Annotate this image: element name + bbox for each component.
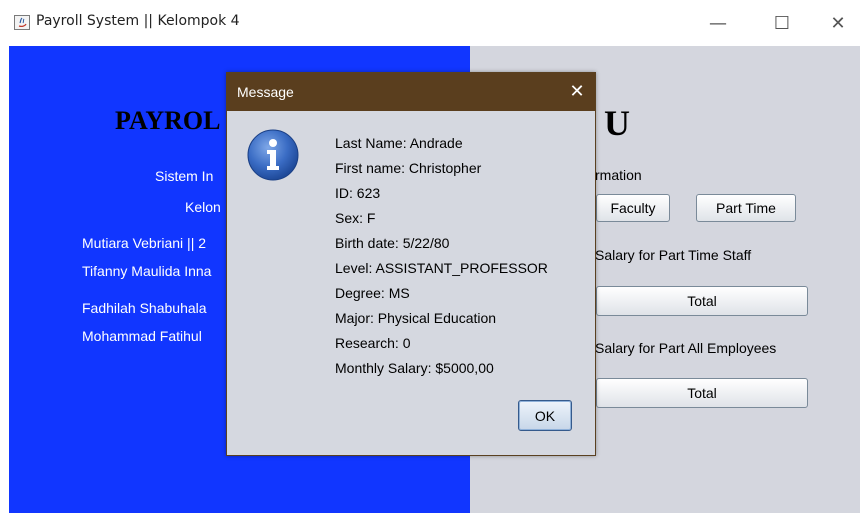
window-titlebar: Payroll System || Kelompok 4 — ☐ ✕ — [0, 0, 860, 46]
group-label: Kelon — [185, 199, 221, 215]
member-name: Tifanny Maulida Inna — [82, 263, 212, 279]
message-line: Last Name: Andrade — [335, 135, 463, 151]
total-parttime-button[interactable]: Total — [596, 286, 808, 316]
dialog-message: Last Name: Andrade First name: Christoph… — [335, 131, 548, 381]
message-line: ID: 623 — [335, 185, 381, 201]
member-name: Mohammad Fatihul — [82, 328, 202, 344]
message-line: Sex: F — [335, 210, 376, 226]
faculty-button[interactable]: Faculty — [596, 194, 670, 222]
system-label: Sistem In — [155, 168, 214, 184]
java-app-icon — [14, 15, 30, 30]
message-line: Degree: MS — [335, 285, 410, 301]
ok-button[interactable]: OK — [518, 400, 572, 431]
parttime-button[interactable]: Part Time — [696, 194, 796, 222]
total-all-button[interactable]: Total — [596, 378, 808, 408]
message-line: Birth date: 5/22/80 — [335, 235, 450, 251]
salary-parttime-label: Salary for Part Time Staff — [595, 247, 752, 263]
close-button[interactable]: ✕ — [818, 9, 858, 37]
member-name: Fadhilah Shabuhala — [82, 300, 207, 316]
message-line: Major: Physical Education — [335, 310, 497, 326]
minimize-button[interactable]: — — [698, 9, 738, 37]
payroll-title: PAYROL — [115, 106, 221, 135]
menu-title: U — [604, 103, 630, 143]
message-line: First name: Christopher — [335, 160, 482, 176]
member-name: Mutiara Vebriani || 2 — [82, 235, 207, 251]
info-icon — [247, 129, 299, 181]
message-line: Monthly Salary: $5000,00 — [335, 360, 494, 376]
window-title: Payroll System || Kelompok 4 — [36, 13, 240, 29]
message-line: Research: 0 — [335, 335, 411, 351]
dialog-titlebar: Message ✕ — [227, 73, 595, 111]
salary-all-label: Salary for Part All Employees — [595, 340, 777, 356]
maximize-button[interactable]: ☐ — [762, 9, 802, 37]
message-dialog: Message ✕ Last Name: Andrade First name:… — [226, 72, 596, 456]
dialog-title: Message — [237, 84, 294, 100]
message-line: Level: ASSISTANT_PROFESSOR — [335, 260, 548, 276]
dialog-close-button[interactable]: ✕ — [565, 79, 589, 103]
information-label: rmation — [595, 167, 642, 183]
